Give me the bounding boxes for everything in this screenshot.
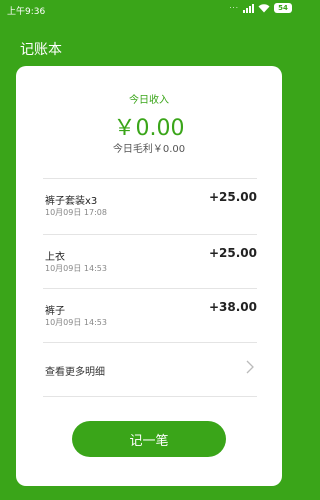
- record-name: 上衣: [45, 252, 65, 263]
- app-title: 记账本: [20, 42, 62, 58]
- divider: [43, 178, 257, 179]
- signal-icon: [243, 3, 254, 13]
- chevron-right-icon: [246, 360, 254, 374]
- view-more-details-row[interactable]: 查看更多明细: [43, 342, 257, 394]
- view-more-label: 查看更多明细: [45, 367, 105, 378]
- divider: [43, 396, 257, 397]
- record-date: 10月09日 17:08: [45, 208, 107, 217]
- record-amount: +25.00: [208, 246, 257, 260]
- status-icons: ··· 54: [229, 3, 292, 13]
- record-item[interactable]: 上衣 10月09日 14:53 +25.00: [43, 240, 257, 290]
- ledger-card: 今日收入 ￥0.00 今日毛利￥0.00 裤子套装x3 10月09日 17:08…: [16, 66, 282, 486]
- today-profit: 今日毛利￥0.00: [112, 144, 186, 155]
- record-name: 裤子套装x3: [45, 196, 98, 207]
- divider: [43, 288, 257, 289]
- today-income-amount: ￥0.00: [113, 116, 185, 141]
- wifi-icon: [258, 3, 270, 12]
- record-item[interactable]: 裤子套装x3 10月09日 17:08 +25.00: [43, 184, 257, 234]
- record-name: 裤子: [45, 306, 65, 317]
- status-time: 上午9:36: [7, 7, 46, 17]
- add-record-button[interactable]: 记一笔: [72, 421, 226, 457]
- notification-dots-icon: ···: [229, 4, 239, 12]
- record-date: 10月09日 14:53: [45, 318, 107, 327]
- record-amount: +25.00: [208, 190, 257, 204]
- record-date: 10月09日 14:53: [45, 264, 107, 273]
- record-item[interactable]: 裤子 10月09日 14:53 +38.00: [43, 294, 257, 344]
- today-income-label: 今日收入: [129, 95, 169, 106]
- record-amount: +38.00: [208, 300, 257, 314]
- divider: [43, 234, 257, 235]
- status-bar: 上午9:36 ··· 54: [0, 0, 300, 20]
- battery-icon: 54: [274, 3, 292, 13]
